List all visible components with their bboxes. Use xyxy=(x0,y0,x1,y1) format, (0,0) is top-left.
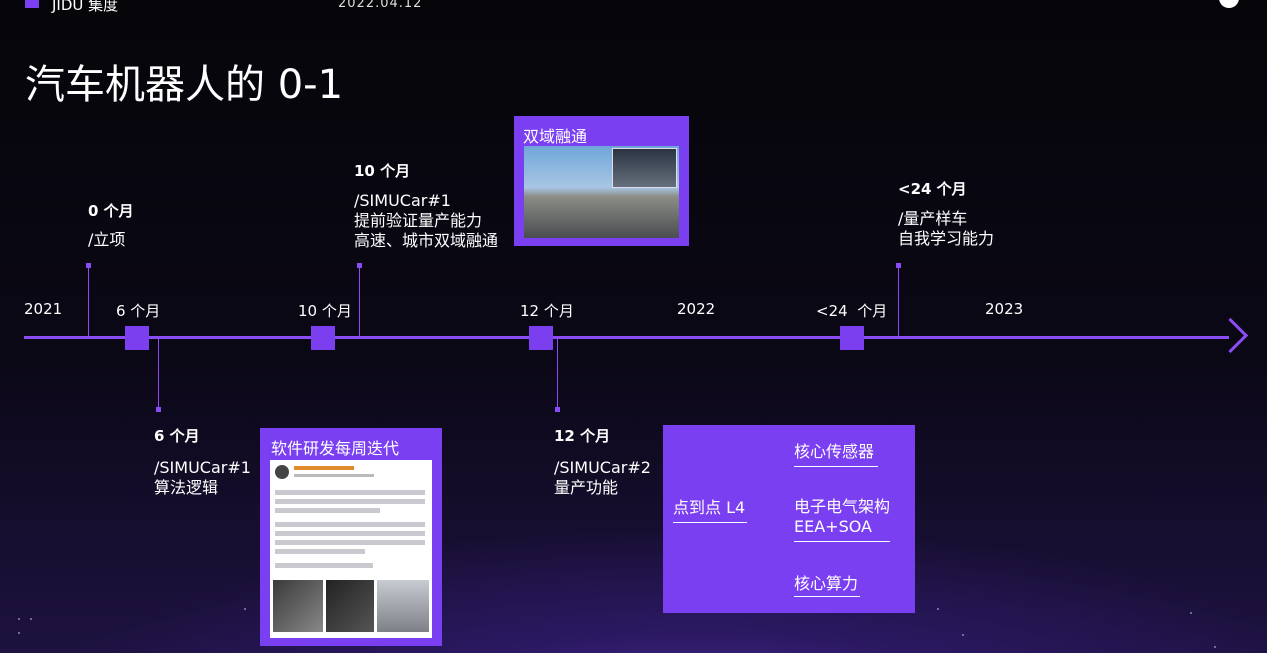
event-month: <24 个月 xyxy=(898,180,967,198)
event-month: 6 个月 xyxy=(154,427,200,445)
timeline-marker-24m xyxy=(840,326,864,350)
l4-label-underline xyxy=(673,522,747,523)
sparkle xyxy=(937,608,939,610)
event-line: 自我学习能力 xyxy=(898,229,995,248)
event-line: /立项 xyxy=(88,230,126,249)
brand-name: JIDU 集度 xyxy=(52,0,119,14)
post-photo-2 xyxy=(326,580,374,632)
weekly-iteration-card: 软件研发每周迭代 xyxy=(260,428,442,646)
l4-item-underline xyxy=(794,466,878,467)
social-post-screenshot xyxy=(270,460,432,638)
post-photo-1 xyxy=(273,580,323,632)
timeline-marker-12m xyxy=(529,326,553,350)
stem-24m xyxy=(898,265,899,337)
event-line: 量产功能 xyxy=(554,478,619,497)
corner-logo-icon xyxy=(1219,0,1239,8)
weekly-card-title: 软件研发每周迭代 xyxy=(271,439,400,458)
timeline-marker-10m xyxy=(311,326,335,350)
stem-dot-12m xyxy=(555,407,560,412)
page-title: 汽车机器人的 0-1 xyxy=(25,62,344,108)
l4-item-soa: EEA+SOA xyxy=(794,517,872,536)
event-line: /量产样车 xyxy=(898,209,968,228)
post-text-block xyxy=(275,486,425,572)
sparkle xyxy=(18,618,20,620)
axis-label-2023: 2023 xyxy=(985,300,1024,318)
l4-capability-box xyxy=(663,425,915,613)
stem-12m xyxy=(557,339,558,409)
timeline-marker-6m xyxy=(125,326,149,350)
event-line: /SIMUCar#2 xyxy=(554,458,651,477)
sparkle xyxy=(30,618,32,620)
cabin-inset-photo xyxy=(612,148,677,188)
event-line: /SIMUCar#1 xyxy=(154,458,251,477)
event-6m: 6 个月 /SIMUCar#1 算法逻辑 xyxy=(154,425,251,498)
event-line: /SIMUCar#1 xyxy=(354,191,451,210)
fusion-card: 双域融通 xyxy=(514,116,689,246)
stem-10m xyxy=(359,265,360,337)
stem-dot-0m xyxy=(86,263,91,268)
sparkle xyxy=(18,632,20,634)
axis-label-12m: 12 个月 xyxy=(520,302,574,320)
sparkle xyxy=(1214,646,1216,648)
axis-label-6m: 6 个月 xyxy=(116,302,161,320)
header-date: 2022.04.12 xyxy=(338,0,423,11)
post-avatar xyxy=(275,465,289,479)
event-month: 12 个月 xyxy=(554,427,611,445)
l4-item-compute: 核心算力 xyxy=(794,574,859,593)
stem-0m xyxy=(88,265,89,337)
axis-label-2022: 2022 xyxy=(677,300,716,318)
l4-item-underline xyxy=(794,596,860,597)
road-photo xyxy=(524,146,679,238)
l4-item-sensors: 核心传感器 xyxy=(794,442,875,461)
stem-dot-6m xyxy=(156,407,161,412)
event-24m: <24 个月 /量产样车 自我学习能力 xyxy=(898,178,994,249)
event-12m: 12 个月 /SIMUCar#2 量产功能 xyxy=(554,425,651,498)
event-month: 10 个月 xyxy=(354,162,411,180)
event-month: 0 个月 xyxy=(88,202,134,220)
stem-dot-24m xyxy=(896,263,901,268)
axis-label-2021: 2021 xyxy=(24,300,63,318)
event-line: 高速、城市双域融通 xyxy=(354,231,499,250)
event-0m: 0 个月 /立项 xyxy=(88,200,134,250)
l4-item-eea: 电子电气架构 xyxy=(794,497,891,516)
post-photo-3 xyxy=(377,580,429,632)
axis-label-24m: <24 个月 xyxy=(816,302,888,320)
brand-logo-square xyxy=(25,0,39,8)
sparkle xyxy=(1190,612,1192,614)
stem-6m xyxy=(158,339,159,409)
event-line: 提前验证量产能力 xyxy=(354,211,483,230)
timeline-arrow-icon xyxy=(1212,317,1249,354)
event-10m: 10 个月 /SIMUCar#1 提前验证量产能力 高速、城市双域融通 xyxy=(354,160,498,251)
timeline-axis xyxy=(24,336,1229,339)
sparkle xyxy=(244,608,246,610)
sparkle xyxy=(962,634,964,636)
axis-label-10m: 10 个月 xyxy=(298,302,352,320)
l4-label: 点到点 L4 xyxy=(673,498,746,517)
l4-item-underline xyxy=(794,541,890,542)
stem-dot-10m xyxy=(357,263,362,268)
fusion-card-title: 双域融通 xyxy=(523,127,588,146)
event-line: 算法逻辑 xyxy=(154,478,219,497)
